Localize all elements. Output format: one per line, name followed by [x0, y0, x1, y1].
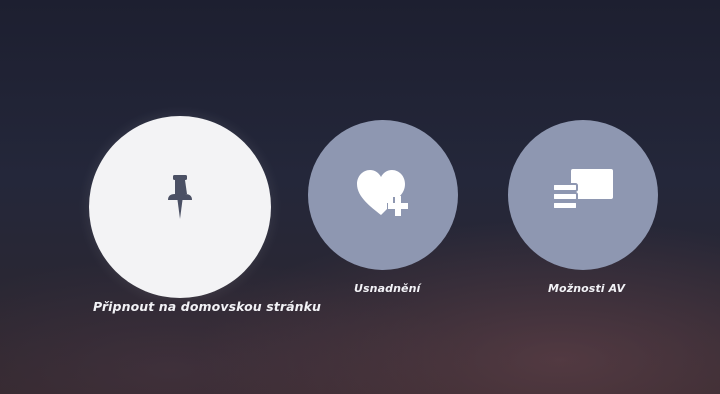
pin-to-home-label: Připnout na domovskou stránku: [93, 299, 322, 314]
quick-settings-menu: Připnout na domovskou stránku Usnadnění …: [0, 0, 720, 394]
heart-plus-icon: [353, 167, 413, 223]
accessibility-label: Usnadnění: [354, 282, 421, 295]
av-options-button[interactable]: [508, 120, 658, 270]
pin-to-home-button[interactable]: [89, 116, 271, 298]
accessibility-button[interactable]: [308, 120, 458, 270]
pushpin-icon: [160, 173, 200, 241]
av-options-label: Možnosti AV: [548, 282, 626, 295]
av-options-icon: [551, 167, 615, 223]
